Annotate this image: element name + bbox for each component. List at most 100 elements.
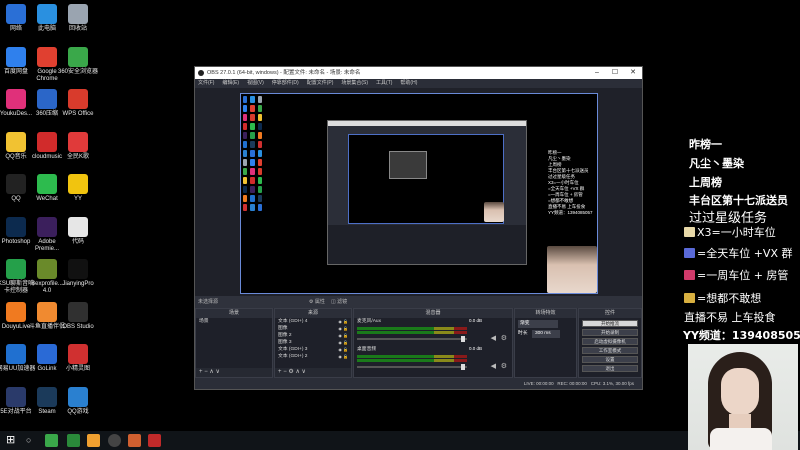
visibility-lock-icon[interactable]: ◉ 🔓 — [338, 332, 348, 339]
control-button[interactable]: 开始推流 — [582, 320, 638, 327]
mixer-dock: 混音器 麦克风/Aux 0.0 dB ◀ ⚙ 桌面音频 0.0 dB ◀ ⚙ — [353, 308, 513, 378]
speaker-icon[interactable]: ◀ — [491, 362, 496, 370]
control-button[interactable]: 开始录制 — [582, 329, 638, 336]
desktop-icon[interactable]: YY — [58, 174, 98, 203]
remove-icon[interactable]: − — [283, 369, 287, 375]
visibility-lock-icon[interactable]: ◉ 🔓 — [338, 339, 348, 346]
menu-item[interactable]: 配置文件(P) — [307, 80, 334, 86]
windows-start-icon[interactable]: ⊞ — [6, 434, 19, 447]
taskbar-app-icon[interactable] — [45, 434, 58, 447]
gear-icon[interactable]: ⚙ — [501, 334, 507, 342]
scene-item[interactable]: 场景 — [196, 318, 272, 325]
search-icon[interactable]: ○ — [26, 434, 39, 447]
taskbar-app-icon[interactable] — [87, 434, 100, 447]
audio-meter — [357, 355, 467, 358]
menu-item[interactable]: 场景集合(S) — [341, 80, 368, 86]
overlay-yy-channel: YY频道：1394085057 — [683, 329, 800, 342]
cpu-status: CPU: 3.1%, 30.00 fps — [590, 381, 634, 386]
taskbar-app-icon[interactable] — [128, 434, 141, 447]
mini-desktop-icon — [257, 123, 262, 130]
cloudmusic-icon — [37, 131, 57, 152]
mini-desktop-icon — [250, 159, 255, 166]
mini-icon-row — [243, 159, 265, 168]
file-icon — [68, 216, 88, 237]
properties-button[interactable]: ⚙ 属性 — [309, 296, 325, 308]
close-icon[interactable]: ✕ — [624, 67, 642, 79]
menu-item[interactable]: 帮助(H) — [400, 80, 417, 86]
desktop-icon[interactable]: 小精灵图 — [58, 344, 98, 373]
overlay-rule-text: =想都不敢想 — [697, 292, 762, 305]
control-button[interactable]: 退出 — [582, 365, 638, 372]
photoshop-icon — [6, 216, 26, 237]
add-icon[interactable]: + — [278, 369, 282, 375]
control-button[interactable]: 设置 — [582, 356, 638, 363]
taskbar-app-icon[interactable] — [148, 434, 161, 447]
menu-item[interactable]: 工具(T) — [376, 80, 392, 86]
speaker-icon[interactable]: ◀ — [491, 334, 496, 342]
menu-item[interactable]: 文件(F) — [198, 80, 214, 86]
source-item[interactable]: 图像 3 ◉ 🔓 — [275, 339, 351, 346]
desktop-icon[interactable]: 全民K歌 — [58, 131, 98, 161]
desktop-icon[interactable]: 回收站 — [58, 4, 98, 33]
minimize-icon[interactable]: – — [588, 67, 606, 79]
source-toolbar: 未选择源 ⚙ 属性 ◫ 滤镜 — [195, 296, 642, 308]
source-item[interactable]: 文本 (GDI+) 2 ◉ 🔓 — [275, 353, 351, 360]
maximize-icon[interactable]: ☐ — [606, 67, 624, 79]
mini-desktop-icon — [250, 186, 255, 193]
desktop-icon-label: 全民K歌 — [66, 153, 89, 160]
overlay-rule-text: =全天车位 +VX 群 — [697, 247, 793, 260]
desktop-icon[interactable]: OBS Studio — [58, 301, 98, 331]
desktop-icon[interactable]: WPS Office — [58, 89, 98, 118]
volume-slider[interactable] — [357, 364, 467, 370]
mini-desktop-icon — [250, 168, 255, 175]
menu-item[interactable]: 视图(V) — [247, 80, 264, 86]
obs-window: OBS 27.0.1 (64-bit, windows) - 配置文件: 未命名… — [194, 66, 643, 390]
source-item[interactable]: 文本 (GDI+) 4 ◉ 🔓 — [275, 318, 351, 325]
qq-icon — [6, 174, 26, 194]
obs-icon — [68, 301, 88, 322]
nested-game-window — [389, 151, 427, 179]
remove-icon[interactable]: − — [204, 369, 208, 375]
source-item[interactable]: 图像 ◉ 🔓 — [275, 325, 351, 332]
overlay-line: 凡尘丶墨染 — [689, 157, 744, 170]
control-button[interactable]: 工作室模式 — [582, 347, 638, 354]
preview-canvas[interactable]: 昨榜一 凡尘丶墨染 上周榜 丰台区第十七派送员 过过星级任务 X3=一小时车位 =全天车位 … — [240, 93, 598, 294]
visibility-lock-icon[interactable]: ◉ 🔓 — [338, 318, 348, 325]
no-source-label: 未选择源 — [198, 299, 219, 305]
gear-icon[interactable]: ⚙ — [501, 362, 507, 370]
source-item[interactable]: 图像 2 ◉ 🔓 — [275, 332, 351, 339]
taskbar-app-icon[interactable] — [67, 434, 80, 447]
golink-icon — [37, 344, 57, 364]
volume-slider[interactable] — [357, 336, 467, 342]
visibility-lock-icon[interactable]: ◉ 🔓 — [338, 325, 348, 332]
move-up-icon[interactable]: ∧ — [209, 369, 213, 375]
desktop-icon[interactable]: 代码 — [58, 216, 98, 246]
mixer-track-level: 0.0 dB — [468, 318, 482, 323]
desktop-icon[interactable]: 360安全浏览器 — [58, 46, 98, 76]
gear-icon[interactable]: ⚙ — [288, 369, 293, 375]
desktop-icon[interactable]: JianyingPro — [58, 259, 98, 288]
transition-select[interactable]: 渐变 — [518, 320, 558, 328]
mini-desktop-icon — [250, 96, 255, 103]
visibility-lock-icon[interactable]: ◉ 🔓 — [338, 346, 348, 353]
source-item[interactable]: 文本 (GDI+) 3 ◉ 🔓 — [275, 346, 351, 353]
add-icon[interactable]: + — [199, 369, 203, 375]
webcam-face — [721, 368, 759, 416]
taskbar-obs-icon[interactable] — [108, 434, 121, 447]
overlay-rule: X3=一小时车位 — [684, 224, 776, 240]
menu-item[interactable]: 编辑(E) — [222, 80, 239, 86]
menu-item[interactable]: 停靠部件(D) — [272, 80, 299, 86]
move-down-icon[interactable]: ∨ — [302, 369, 306, 375]
duration-input[interactable]: 300 ms — [531, 330, 560, 338]
move-down-icon[interactable]: ∨ — [215, 369, 219, 375]
overlay-rule-text: =一周车位 + 房管 — [697, 269, 789, 282]
control-button[interactable]: 启动虚拟摄像机 — [582, 338, 638, 345]
mini-desktop-icon — [257, 114, 262, 121]
move-up-icon[interactable]: ∧ — [295, 369, 299, 375]
visibility-lock-icon[interactable]: ◉ 🔓 — [338, 353, 348, 360]
scenes-dock-title: 场景 — [196, 309, 272, 318]
rocket-icon — [684, 248, 695, 258]
filters-button[interactable]: ◫ 滤镜 — [331, 296, 347, 308]
mini-desktop-icon — [243, 150, 248, 157]
desktop-icon[interactable]: QQ游戏 — [58, 386, 98, 416]
